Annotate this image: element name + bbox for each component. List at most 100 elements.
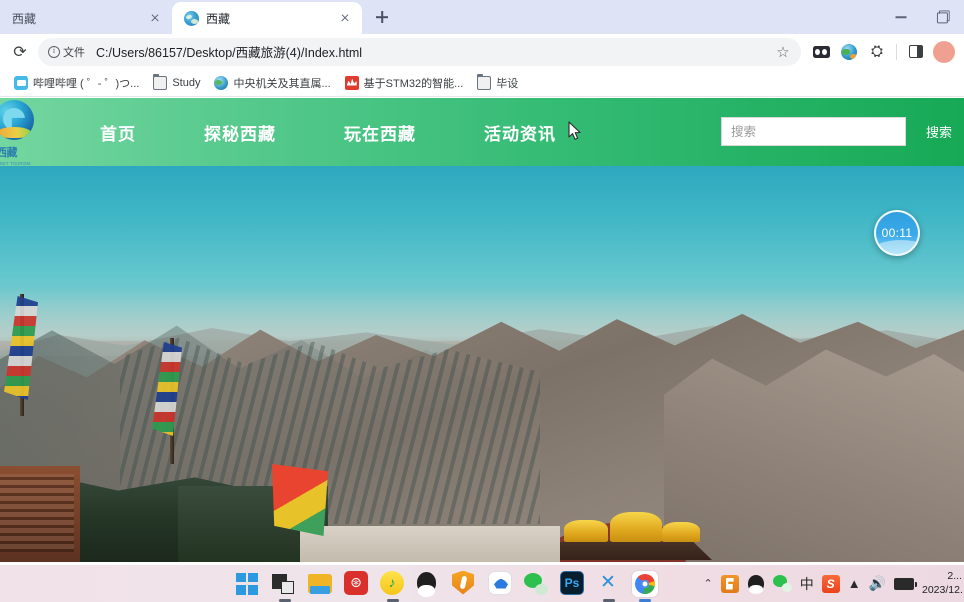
system-tray: ⌃ 中 S ▲ 🔊 2... 2023/12... <box>703 570 964 596</box>
maximize-button[interactable] <box>922 0 964 34</box>
task-view-button[interactable] <box>272 571 298 602</box>
extensions-puzzle-icon[interactable]: ⛭ <box>863 38 891 66</box>
nav-item-news[interactable]: 活动资讯 <box>450 120 590 145</box>
side-panel-icon[interactable] <box>902 38 930 66</box>
task-view-icon <box>272 573 294 594</box>
tab-strip: 西藏 西藏 <box>0 0 964 34</box>
vs-code-icon: ✕ <box>600 572 616 593</box>
browser-window: 西藏 西藏 ⟳ 文件 C:/Users/86157/Desktop/西藏旅游(4… <box>0 0 964 565</box>
avatar[interactable] <box>930 38 958 66</box>
site-nav-links: 首页 探秘西藏 玩在西藏 活动资讯 <box>78 120 590 145</box>
window-controls <box>880 0 964 34</box>
nav-item-explore[interactable]: 探秘西藏 <box>170 120 310 145</box>
countdown-timer-badge[interactable]: 00:11 <box>874 210 920 256</box>
ime-indicator[interactable]: 中 <box>800 574 814 594</box>
page-content: 西藏 TIBET TOURISM 首页 探秘西藏 玩在西藏 活动资讯 搜索 <box>0 98 964 565</box>
cloud-icon <box>488 570 512 595</box>
qq-button[interactable] <box>416 571 442 597</box>
bookmark-item[interactable]: 毕设 <box>471 72 524 94</box>
wechat-button[interactable] <box>524 571 550 597</box>
start-button[interactable] <box>236 571 262 597</box>
file-chip-label: 文件 <box>63 46 85 59</box>
wechat-icon <box>524 572 548 595</box>
site-search: 搜索 <box>720 117 964 146</box>
reload-icon[interactable]: ⟳ <box>6 38 34 66</box>
tab-title: 西藏 <box>206 11 231 26</box>
qq-music-icon <box>380 570 404 595</box>
file-explorer-button[interactable] <box>308 571 334 597</box>
chrome-button[interactable] <box>632 570 658 602</box>
windows-logo-icon <box>236 572 258 595</box>
logo-swirl-icon <box>0 100 34 140</box>
netease-music-button[interactable]: ⊛ <box>344 570 370 597</box>
hero-banner[interactable]: ★ ★ ★ ★ ★ 00:11 <box>0 166 964 562</box>
globe-icon <box>184 10 199 26</box>
toolbar-divider <box>896 43 897 60</box>
small-flag <box>272 464 328 536</box>
red-site-icon <box>344 75 359 90</box>
bookmark-item[interactable]: 基于STM32的智能... <box>339 72 470 94</box>
bookmark-label: 基于STM32的智能... <box>363 77 464 90</box>
close-icon[interactable] <box>336 10 353 27</box>
chevron-up-icon[interactable]: ⌃ <box>703 577 712 590</box>
sogou-input-icon[interactable]: S <box>821 574 840 593</box>
tray-app-icon[interactable] <box>720 574 739 593</box>
photoshop-icon: Ps <box>560 570 584 595</box>
clock-date: 2023/12... <box>922 583 962 596</box>
search-button[interactable]: 搜索 <box>914 117 964 146</box>
360-browser-button[interactable] <box>452 570 478 597</box>
bookmark-label: 哔哩哔哩 ( ゜- ゜)つ... <box>33 77 140 90</box>
photoshop-button[interactable]: Ps <box>560 570 586 597</box>
extension-dark-icon[interactable] <box>807 38 835 66</box>
bookmark-label: 中央机关及其直属... <box>233 77 331 90</box>
bookmarks-bar: 哔哩哔哩 ( ゜- ゜)つ... Study 中央机关及其直属... 基于STM… <box>0 69 964 97</box>
qq-penguin-icon <box>416 571 437 597</box>
qq-music-button[interactable] <box>380 570 406 602</box>
wifi-icon[interactable]: ▲ <box>848 576 861 591</box>
nav-item-play[interactable]: 玩在西藏 <box>310 120 450 145</box>
qq-penguin-icon[interactable] <box>747 574 765 594</box>
url-text: C:/Users/86157/Desktop/西藏旅游(4)/Index.htm… <box>96 46 363 60</box>
speaker-icon[interactable]: 🔊 <box>869 575 886 592</box>
bookmark-label: Study <box>172 76 201 89</box>
site-navbar: 西藏 TIBET TOURISM 首页 探秘西藏 玩在西藏 活动资讯 搜索 <box>0 98 964 166</box>
logo-text: 西藏 <box>0 147 18 159</box>
vs-code-button[interactable]: ✕ <box>596 571 622 602</box>
taskbar-clock[interactable]: 2... 2023/12... <box>922 570 962 596</box>
bookmark-item[interactable]: Study <box>147 72 206 94</box>
file-scheme-chip: 文件 <box>44 42 92 62</box>
folder-icon <box>476 73 492 90</box>
globe-extension-icon[interactable] <box>835 38 863 66</box>
star-icon[interactable]: ☆ <box>769 38 797 66</box>
countdown-timer-label: 00:11 <box>881 226 913 240</box>
browser-tab-2[interactable]: 西藏 <box>172 2 362 34</box>
taskbar-app-icons: ⊛ Ps ✕ <box>236 570 658 602</box>
bookmark-item[interactable]: 中央机关及其直属... <box>208 72 336 94</box>
close-icon[interactable] <box>146 10 163 27</box>
browser-tab-1[interactable]: 西藏 <box>0 2 172 34</box>
bookmark-item[interactable]: 哔哩哔哩 ( ゜- ゜)つ... <box>8 72 145 94</box>
foreground-building <box>0 466 80 562</box>
minimize-button[interactable] <box>880 0 922 34</box>
bilibili-icon <box>14 75 28 90</box>
foreground-wall <box>300 526 560 562</box>
folder-icon <box>152 73 168 90</box>
palace-golden-roofs <box>562 508 702 542</box>
shield-icon <box>452 570 474 595</box>
browser-toolbar: ⟳ 文件 C:/Users/86157/Desktop/西藏旅游(4)/Inde… <box>0 34 964 69</box>
wechat-icon[interactable] <box>772 575 792 592</box>
globe-icon <box>214 75 229 90</box>
nav-item-home[interactable]: 首页 <box>78 120 170 145</box>
address-bar[interactable]: 文件 C:/Users/86157/Desktop/西藏旅游(4)/Index.… <box>38 37 801 66</box>
folder-icon <box>308 573 332 594</box>
tab-title: 西藏 <box>12 11 37 26</box>
battery-icon[interactable] <box>894 577 917 590</box>
bookmark-label: 毕设 <box>496 77 519 90</box>
baidu-netdisk-button[interactable] <box>488 570 514 597</box>
new-tab-button[interactable] <box>368 3 396 31</box>
palace-white-wing-right <box>686 558 886 562</box>
info-icon <box>48 45 60 58</box>
site-logo[interactable]: 西藏 TIBET TOURISM <box>0 100 44 166</box>
chrome-icon <box>632 570 658 597</box>
search-input[interactable] <box>720 117 906 146</box>
